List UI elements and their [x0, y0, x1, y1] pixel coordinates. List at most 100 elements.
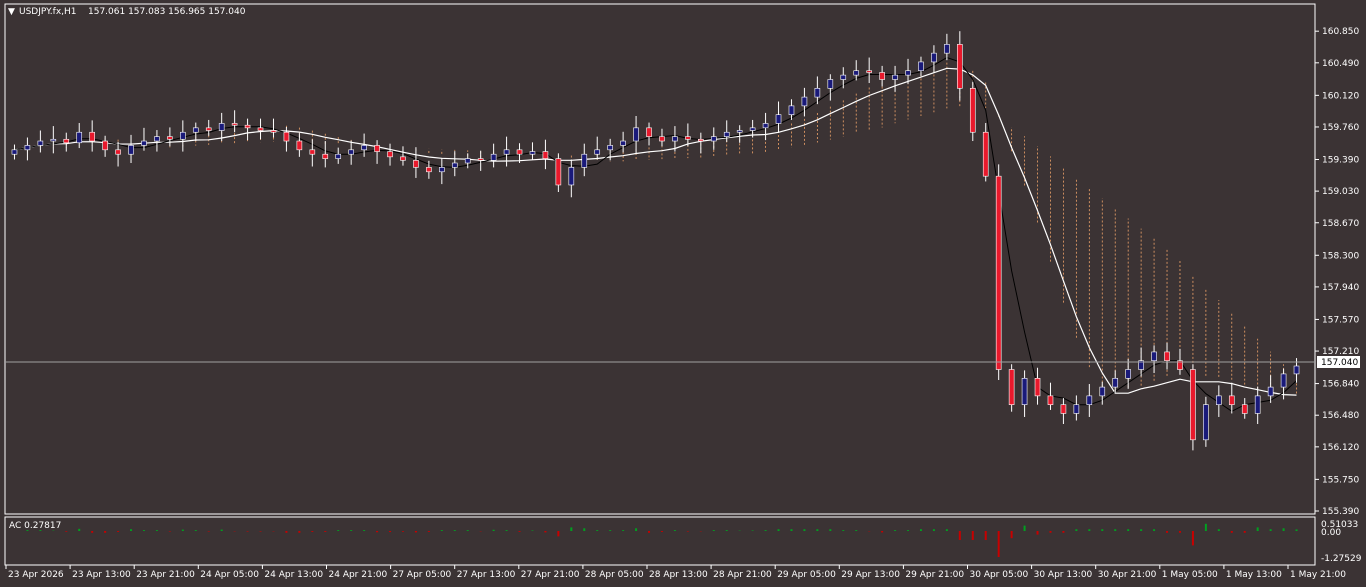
candle-body [11, 149, 18, 155]
candle-body [1099, 386, 1106, 397]
candle [490, 143, 497, 168]
price-tick-label: 155.750 [1322, 475, 1359, 485]
candle-body [1203, 404, 1209, 441]
symbol-label: USDJPY.fx,H1 [19, 7, 77, 17]
price-tick-label: 155.390 [1322, 507, 1359, 517]
candle [1060, 398, 1067, 424]
candle [685, 123, 691, 147]
candle-body [451, 162, 458, 168]
candle-body [969, 88, 976, 133]
candle-body [63, 138, 70, 144]
candle-body [1073, 404, 1080, 414]
candle [257, 118, 264, 140]
candle-body [982, 131, 989, 177]
candle-body [348, 149, 354, 155]
candle-body [503, 149, 510, 155]
candle [400, 146, 406, 166]
candle-body [633, 127, 639, 142]
candle [1073, 395, 1080, 421]
candle-body [555, 158, 562, 186]
candle [698, 132, 704, 154]
candle-body [918, 61, 924, 72]
candle-body [89, 131, 95, 142]
price-tick-label: 158.670 [1322, 219, 1359, 229]
candle [205, 119, 212, 136]
price-tick-label: 160.490 [1322, 59, 1359, 69]
ac-indicator-label: AC 0.27817 [9, 521, 61, 531]
price-tick-label: 159.030 [1322, 187, 1359, 197]
candle-body [1216, 395, 1222, 405]
chart-window[interactable]: ▼ USDJPY.fx,H1 157.061 157.083 156.965 1… [0, 0, 1366, 583]
candle-body [490, 153, 497, 161]
ohlc-readout: 157.061 157.083 156.965 157.040 [88, 7, 246, 17]
candle [801, 87, 808, 117]
candle-body [1280, 373, 1287, 388]
candle-body [361, 145, 367, 151]
price-tick-label: 156.840 [1322, 380, 1359, 390]
time-tick-label: 27 Apr 13:00 [457, 570, 516, 580]
time-tick-label: 28 Apr 05:00 [585, 570, 644, 580]
time-tick-label: 1 May 05:00 [1162, 570, 1218, 580]
candle-body [866, 70, 872, 73]
candle-body [309, 149, 316, 155]
candle-body [1267, 386, 1274, 397]
candle-body [672, 136, 678, 142]
candle-body [205, 127, 212, 131]
candle [529, 142, 536, 160]
candle-body [231, 123, 238, 126]
price-tick-label: 160.120 [1322, 91, 1359, 101]
candle [995, 164, 1002, 381]
chart-menu-icon[interactable]: ▼ [8, 7, 15, 17]
price-chart[interactable]: ▼ USDJPY.fx,H1 157.061 157.083 156.965 1… [0, 0, 1366, 583]
candle-body [1293, 365, 1300, 375]
time-tick-label: 30 Apr 13:00 [1034, 570, 1093, 580]
candle-body [516, 149, 523, 155]
candle-body [413, 160, 419, 168]
candle [361, 133, 367, 157]
candle [102, 135, 108, 157]
candle [1021, 370, 1028, 417]
price-tick-label: 160.850 [1322, 27, 1359, 37]
time-tick-label: 29 Apr 21:00 [905, 570, 964, 580]
candle [723, 120, 730, 142]
candle [555, 153, 562, 192]
price-tick-label: 159.390 [1322, 155, 1359, 165]
candle-body [439, 167, 445, 173]
candle [1190, 364, 1196, 451]
time-axis[interactable]: 23 Apr 2026 23 Apr 13:00 23 Apr 21:00 24 Ap… [5, 565, 1346, 580]
ac-scale-bottom: -1.27529 [1321, 554, 1362, 564]
candle-body [387, 151, 393, 158]
candle-body [296, 140, 303, 151]
candle [710, 127, 717, 150]
candle-body [749, 127, 756, 131]
candle-body [426, 167, 432, 173]
candle-body [464, 158, 471, 164]
candle-body [1190, 369, 1196, 441]
candle-body [905, 70, 911, 76]
candle-body [1047, 395, 1054, 405]
candle [581, 143, 588, 177]
candle [1228, 382, 1235, 414]
time-tick-label: 24 Apr 13:00 [264, 570, 323, 580]
price-tick-label: 156.120 [1322, 443, 1359, 453]
candle [128, 134, 134, 163]
candle-body [542, 151, 549, 159]
slow-moving-average [14, 56, 1297, 412]
candle-body [400, 156, 406, 161]
candle [296, 133, 303, 157]
price-tick-label: 156.480 [1322, 411, 1359, 421]
candle-body [995, 175, 1002, 370]
candle [957, 31, 963, 101]
candle [827, 74, 834, 101]
candle-body [1241, 404, 1248, 414]
candle-body [607, 145, 613, 151]
candle-body [477, 158, 484, 161]
candle-body [50, 138, 57, 142]
candle [192, 122, 199, 142]
candle-body [1060, 404, 1067, 414]
candle-body [154, 136, 160, 142]
time-tick-label: 30 Apr 21:00 [1098, 570, 1157, 580]
candle-body [115, 149, 121, 155]
price-axis[interactable]: 160.850 160.490 160.120 159.760 159.390 159.0… [1315, 27, 1359, 517]
candle-body [1254, 395, 1261, 414]
